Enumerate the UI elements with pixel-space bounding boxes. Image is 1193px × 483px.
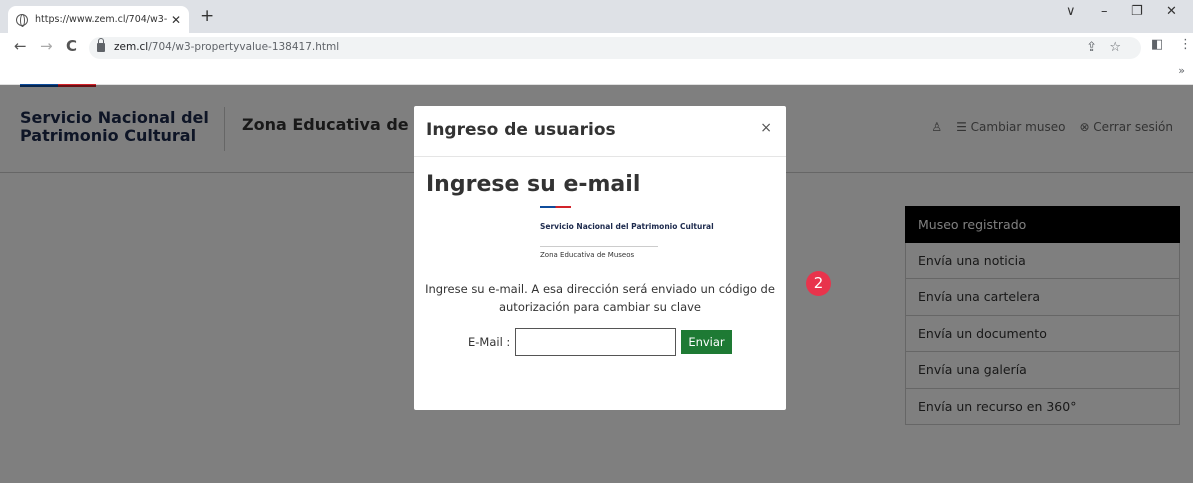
browser-window: https://www.zem.cl/704/w3-prop ✕ + ∨ – ❐… — [0, 0, 1193, 483]
bookmarks-bar: » — [0, 61, 1193, 85]
email-form: E-Mail : Enviar — [468, 328, 732, 356]
logo-subtitle: Zona Educativa de Museos — [540, 251, 635, 259]
reload-button[interactable]: C — [66, 37, 77, 55]
address-bar[interactable]: zem.cl/704/w3-propertyvalue-138417.html … — [89, 37, 1141, 59]
send-button[interactable]: Enviar — [681, 330, 732, 354]
url-text[interactable]: zem.cl/704/w3-propertyvalue-138417.html — [114, 41, 339, 53]
globe-icon — [16, 13, 28, 27]
share-icon[interactable]: ⇪ — [1086, 40, 1097, 55]
tab-title: https://www.zem.cl/704/w3-prop — [35, 14, 167, 25]
browser-toolbar: ← → C zem.cl/704/w3-propertyvalue-138417… — [0, 33, 1193, 61]
logo-flag-stripe — [540, 206, 571, 208]
url-host: zem.cl — [114, 41, 149, 53]
modal-title: Ingreso de usuarios — [426, 120, 616, 140]
tab-search-icon[interactable]: ∨ — [1066, 4, 1076, 19]
step-badge: 2 — [806, 271, 831, 296]
menu-icon[interactable]: ⋮ — [1179, 37, 1192, 52]
tab-bar: https://www.zem.cl/704/w3-prop ✕ + ∨ – ❐… — [0, 0, 1193, 33]
institution-logo: Servicio Nacional del Patrimonio Cultura… — [537, 206, 714, 261]
bookmark-star-icon[interactable]: ☆ — [1109, 40, 1121, 55]
restore-button[interactable]: ❐ — [1131, 4, 1143, 19]
new-tab-button[interactable]: + — [200, 6, 214, 26]
back-button[interactable]: ← — [14, 37, 27, 55]
modal-heading: Ingrese su e-mail — [426, 172, 641, 197]
logo-title: Servicio Nacional del Patrimonio Cultura… — [540, 222, 714, 231]
modal-header: Ingreso de usuarios × — [414, 106, 786, 157]
logo-divider — [540, 246, 658, 247]
window-close-button[interactable]: ✕ — [1166, 4, 1177, 19]
modal-description: Ingrese su e-mail. A esa dirección será … — [425, 282, 775, 314]
tab-close-icon[interactable]: ✕ — [171, 13, 181, 27]
email-input[interactable] — [515, 328, 677, 356]
url-path: /704/w3-propertyvalue-138417.html — [148, 41, 340, 53]
minimize-button[interactable]: – — [1101, 4, 1108, 19]
lock-icon[interactable] — [97, 38, 105, 52]
forward-button[interactable]: → — [40, 37, 53, 55]
login-modal: Ingreso de usuarios × Ingrese su e-mail … — [414, 106, 786, 410]
browser-tab[interactable]: https://www.zem.cl/704/w3-prop ✕ — [8, 6, 189, 33]
email-label: E-Mail : — [468, 335, 511, 349]
modal-close-icon[interactable]: × — [760, 120, 772, 136]
more-bookmarks-icon[interactable]: » — [1178, 64, 1185, 77]
side-panel-icon[interactable]: ◧ — [1151, 37, 1163, 52]
